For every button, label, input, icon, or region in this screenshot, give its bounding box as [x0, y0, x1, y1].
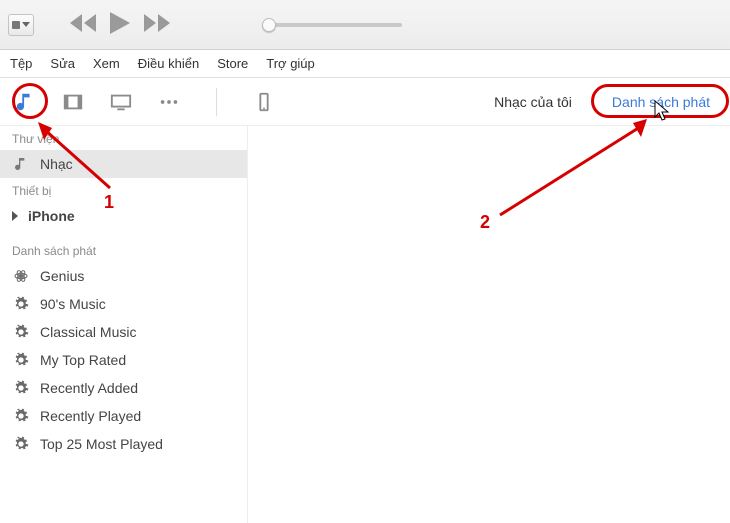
- section-library-header: Thư viện: [0, 126, 247, 150]
- sidebar-item-iphone[interactable]: iPhone: [0, 202, 247, 230]
- sidebar-item-90s[interactable]: 90's Music: [0, 290, 247, 318]
- window-view-button[interactable]: [8, 14, 34, 36]
- tab-my-music[interactable]: Nhạc của tôi: [484, 88, 582, 116]
- media-type-buttons: [10, 87, 279, 117]
- menu-file[interactable]: Tệp: [10, 56, 32, 71]
- media-tool-row: Nhạc của tôi Danh sách phát: [0, 78, 730, 126]
- menu-controls[interactable]: Điều khiển: [138, 56, 199, 71]
- section-playlists-header: Danh sách phát: [0, 238, 247, 262]
- gear-icon: [12, 408, 30, 424]
- prev-button[interactable]: [68, 14, 96, 35]
- sidebar-item-recently-played[interactable]: Recently Played: [0, 402, 247, 430]
- divider: [216, 88, 217, 116]
- music-note-icon: [14, 91, 36, 113]
- content-area: Thư viện Nhạc Thiết bị iPhone Danh sách …: [0, 126, 730, 523]
- sidebar-item-label: Genius: [40, 268, 84, 284]
- genius-icon: [12, 268, 30, 284]
- phone-icon: [253, 91, 275, 113]
- more-media-button[interactable]: [154, 87, 184, 117]
- sidebar-item-label: Top 25 Most Played: [40, 436, 163, 452]
- device-button[interactable]: [249, 87, 279, 117]
- music-media-button[interactable]: [10, 87, 40, 117]
- gear-icon: [12, 352, 30, 368]
- sidebar: Thư viện Nhạc Thiết bị iPhone Danh sách …: [0, 126, 248, 523]
- sidebar-item-label: Recently Played: [40, 408, 141, 424]
- sidebar-item-top25[interactable]: Top 25 Most Played: [0, 430, 247, 458]
- transport-controls: [68, 12, 172, 37]
- sidebar-item-classical[interactable]: Classical Music: [0, 318, 247, 346]
- sidebar-item-genius[interactable]: Genius: [0, 262, 247, 290]
- gear-icon: [12, 436, 30, 452]
- menu-bar: Tệp Sửa Xem Điều khiển Store Trợ giúp: [0, 50, 730, 78]
- tv-media-button[interactable]: [106, 87, 136, 117]
- gear-icon: [12, 296, 30, 312]
- sidebar-item-label: 90's Music: [40, 296, 106, 312]
- playback-bar: [0, 0, 730, 50]
- sidebar-item-label: My Top Rated: [40, 352, 126, 368]
- next-button[interactable]: [144, 14, 172, 35]
- disclosure-triangle-icon[interactable]: [12, 211, 18, 221]
- music-note-icon: [12, 156, 30, 172]
- sidebar-item-top-rated[interactable]: My Top Rated: [0, 346, 247, 374]
- volume-slider[interactable]: [262, 23, 402, 27]
- movies-media-button[interactable]: [58, 87, 88, 117]
- sidebar-item-recently-added[interactable]: Recently Added: [0, 374, 247, 402]
- view-tabs: Nhạc của tôi Danh sách phát: [484, 88, 720, 116]
- section-devices-header: Thiết bị: [0, 178, 247, 202]
- gear-icon: [12, 380, 30, 396]
- main-pane: [248, 126, 730, 523]
- film-icon: [62, 91, 84, 113]
- sidebar-item-label: Nhạc: [40, 156, 73, 172]
- chevron-down-icon: [22, 22, 30, 27]
- sidebar-item-label: Recently Added: [40, 380, 138, 396]
- gear-icon: [12, 324, 30, 340]
- volume-knob[interactable]: [262, 18, 276, 32]
- menu-store[interactable]: Store: [217, 56, 248, 71]
- sidebar-item-music[interactable]: Nhạc: [0, 150, 247, 178]
- square-icon: [12, 21, 20, 29]
- sidebar-item-label: iPhone: [28, 208, 75, 224]
- tab-playlists[interactable]: Danh sách phát: [602, 88, 720, 116]
- sidebar-item-label: Classical Music: [40, 324, 136, 340]
- tv-icon: [110, 91, 132, 113]
- menu-view[interactable]: Xem: [93, 56, 120, 71]
- menu-help[interactable]: Trợ giúp: [266, 56, 315, 71]
- play-button[interactable]: [110, 12, 130, 37]
- more-icon: [158, 91, 180, 113]
- menu-edit[interactable]: Sửa: [50, 56, 75, 71]
